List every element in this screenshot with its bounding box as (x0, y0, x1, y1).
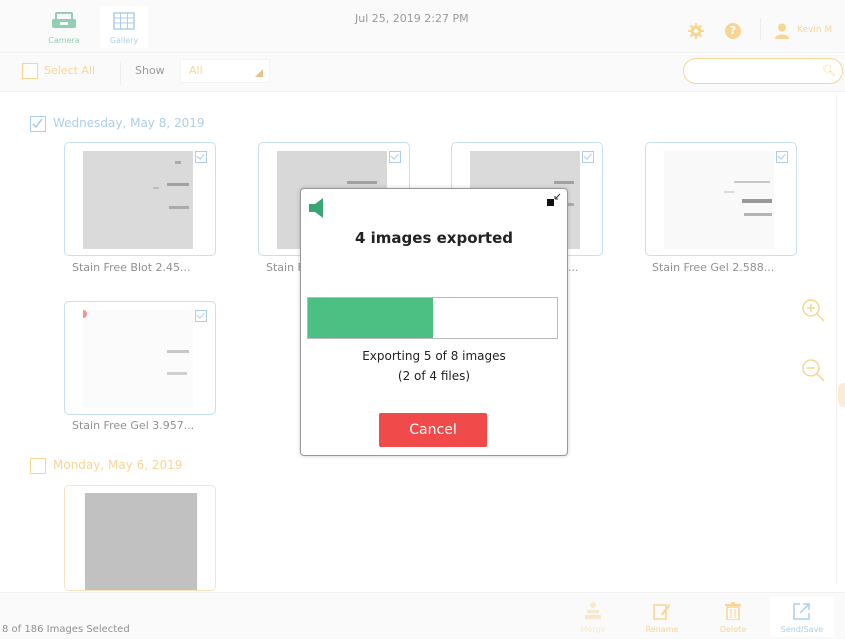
export-progress-bar (307, 297, 558, 339)
dialog-title: 4 images exported (355, 229, 513, 247)
progress-files-text: (2 of 4 files) (397, 369, 471, 383)
export-progress-dialog: 4 images exported Exporting 5 of 8 image… (300, 188, 568, 456)
gallery-app: Camera Gallery Jul 25, 2019 2:27 PM ? Ke… (0, 0, 845, 639)
speaker-icon[interactable] (309, 197, 325, 219)
progress-status-text: Exporting 5 of 8 images (362, 349, 506, 363)
collapse-icon[interactable] (547, 193, 561, 207)
cancel-button[interactable]: Cancel (379, 413, 487, 447)
progress-fill (308, 298, 433, 338)
